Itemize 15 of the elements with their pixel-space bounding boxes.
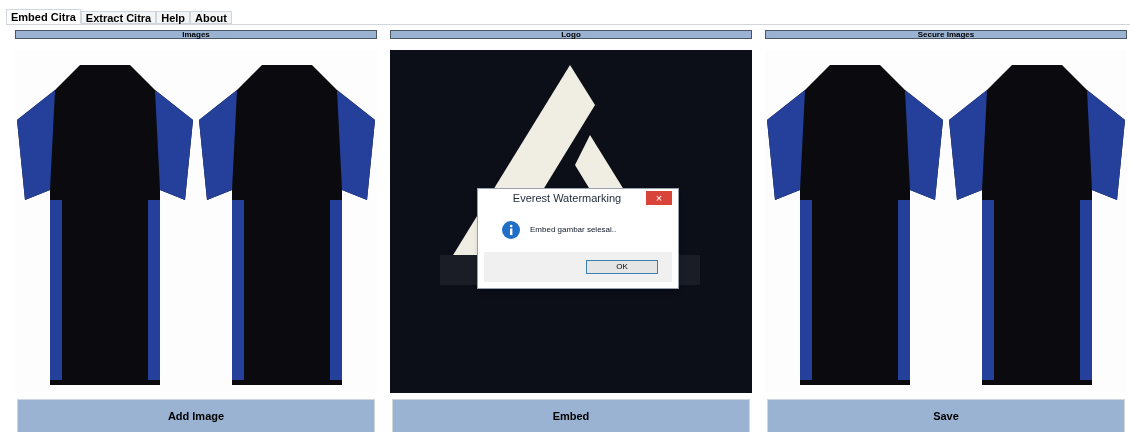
dialog-message: Embed gambar selesai.. bbox=[530, 223, 617, 236]
tab[interactable]: Help bbox=[156, 11, 191, 24]
action-button[interactable]: Save bbox=[767, 399, 1125, 432]
tab[interactable]: About bbox=[190, 11, 232, 24]
panel-header: Images bbox=[15, 30, 377, 39]
dialog-title: Everest Watermarking bbox=[511, 190, 623, 206]
info-icon bbox=[502, 220, 520, 239]
ok-button[interactable]: OK bbox=[586, 260, 658, 274]
panel-header: Logo bbox=[390, 30, 752, 39]
tab[interactable]: Embed Citra bbox=[6, 9, 81, 24]
action-button[interactable]: Add Image bbox=[17, 399, 375, 432]
tab[interactable]: Extract Citra bbox=[80, 11, 157, 24]
close-button[interactable]: × bbox=[646, 191, 672, 205]
action-button[interactable]: Embed bbox=[392, 399, 750, 432]
panel-header: Secure Images bbox=[765, 30, 1127, 39]
